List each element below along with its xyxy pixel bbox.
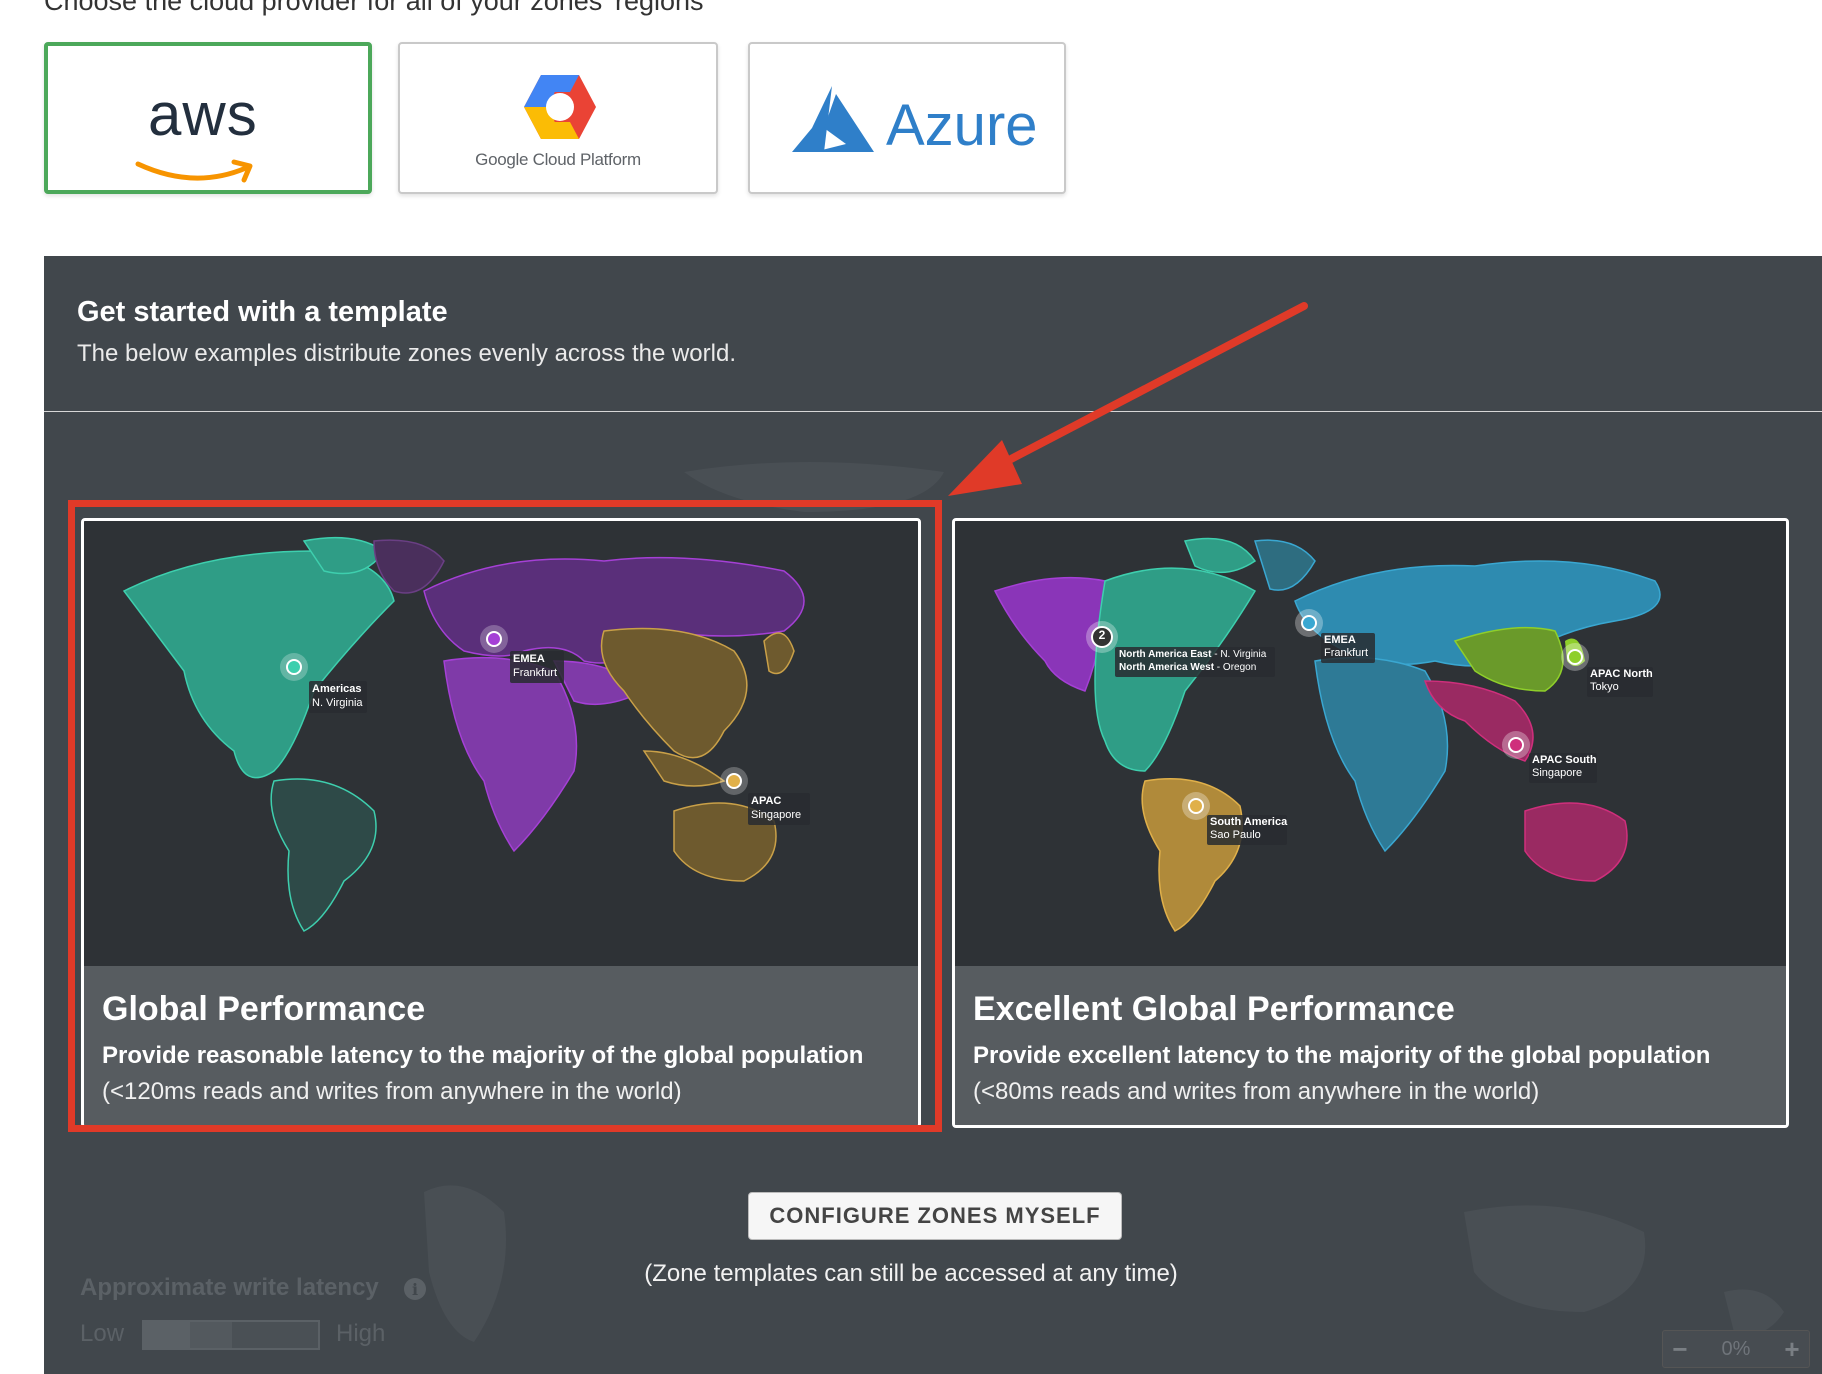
latency-low-label: Low <box>80 1320 125 1347</box>
zoom-level: 0% <box>1721 1337 1751 1360</box>
global-performance-card[interactable]: Americas N. Virginia EMEA Frankfurt APAC… <box>81 518 921 1128</box>
excellent-emea-label: EMEA Frankfurt <box>1324 634 1369 659</box>
apac-zone-label: APAC Singapore <box>751 795 802 821</box>
excellent-global-performance-title: Excellent Global Performance <box>973 990 1455 1028</box>
excellent-zone-markers <box>1086 609 1653 845</box>
global-performance-description: Provide reasonable latency to the majori… <box>102 1042 864 1069</box>
global-performance-footer: Global Performance Provide reasonable la… <box>84 966 918 1125</box>
cluster-count-badge[interactable]: 2 <box>1096 628 1108 642</box>
template-header: Get started with a template The below ex… <box>44 256 1822 411</box>
configure-zones-myself-button[interactable]: CONFIGURE ZONES MYSELF <box>748 1192 1122 1240</box>
zoom-in-button[interactable]: + <box>1775 1331 1809 1367</box>
americas-zone-label: Americas N. Virginia <box>312 683 363 709</box>
excellent-global-performance-card[interactable]: 2 North America East - N. Virginia North… <box>952 518 1789 1128</box>
apac-south-label: APAC South Singapore <box>1532 754 1597 779</box>
azure-logo-icon <box>792 86 874 152</box>
global-performance-map: Americas N. Virginia EMEA Frankfurt APAC… <box>84 521 918 966</box>
latency-scale-bar <box>142 1320 320 1350</box>
gcp-hexagon-icon <box>524 75 596 139</box>
write-latency-label: Approximate write latency <box>80 1274 379 1301</box>
azure-logo-text: Azure <box>886 93 1038 158</box>
page-heading: Choose the cloud provider for all of you… <box>44 0 704 16</box>
apac-north-label: APAC North Tokyo <box>1590 668 1653 693</box>
gcp-provider-card[interactable]: Google Cloud Platform <box>398 42 718 194</box>
global-zone-markers <box>280 625 810 825</box>
global-performance-note: (<120ms reads and writes from anywhere i… <box>102 1078 682 1105</box>
aws-logo-text: aws <box>148 81 258 148</box>
aws-smile-icon <box>135 159 253 183</box>
excellent-global-performance-map: 2 North America East - N. Virginia North… <box>955 521 1786 966</box>
excellent-global-performance-footer: Excellent Global Performance Provide exc… <box>955 966 1786 1125</box>
zoom-control: − 0% + <box>1662 1330 1810 1368</box>
emea-zone-label: EMEA Frankfurt <box>513 653 558 679</box>
header-divider <box>44 411 1822 412</box>
info-icon[interactable]: i <box>404 1278 426 1300</box>
zoom-out-button[interactable]: − <box>1663 1331 1697 1367</box>
aws-provider-card[interactable]: aws <box>44 42 372 194</box>
azure-provider-card[interactable]: Azure <box>748 42 1066 194</box>
template-section-title: Get started with a template <box>77 296 448 328</box>
excellent-global-performance-description: Provide excellent latency to the majorit… <box>973 1042 1711 1069</box>
na-zones-label: North America East - N. Virginia North A… <box>1119 649 1267 673</box>
south-america-label: South America Sao Paulo <box>1210 816 1288 841</box>
gcp-logo-text: Google Cloud Platform <box>475 150 641 169</box>
global-performance-title: Global Performance <box>102 990 426 1028</box>
template-section-subtitle: The below examples distribute zones even… <box>77 340 736 367</box>
latency-high-label: High <box>336 1320 386 1347</box>
excellent-global-performance-note: (<80ms reads and writes from anywhere in… <box>973 1078 1540 1105</box>
